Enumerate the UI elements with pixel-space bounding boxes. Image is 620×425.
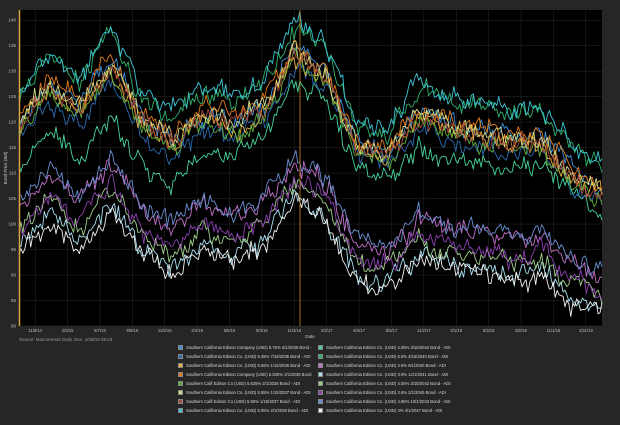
legend-swatch: [178, 344, 183, 350]
legend-label: Southern California Edison Co. (USD) 4% …: [326, 407, 443, 413]
legend-label: Southern California Edison Co. (USD) 5.5…: [186, 389, 311, 395]
y-tick-label: 100: [8, 222, 16, 227]
legend-swatch: [318, 371, 323, 377]
legend-label: Southern California Edison Company (USD)…: [186, 344, 312, 350]
x-tick-label: 5/3/18: [483, 328, 495, 333]
legend-item[interactable]: Southern California Edison Co. (USD) 4.6…: [318, 397, 468, 405]
legend-label: Southern California Edison Company (USD)…: [186, 371, 312, 377]
x-tick-label: 5/5/16: [224, 328, 236, 333]
x-tick-label: 8/2/18: [515, 328, 527, 333]
legend-item[interactable]: Southern California Edison Company (USD)…: [178, 343, 312, 351]
legend-swatch: [178, 407, 183, 413]
legend-item[interactable]: Southern California Edison Company (USD)…: [178, 370, 312, 378]
legend-label: Southern California Edison Co. (USD) 4.5…: [326, 362, 446, 368]
legend-swatch: [318, 362, 323, 368]
y-tick-label: 120: [8, 120, 16, 125]
legend-swatch: [318, 353, 323, 359]
legend-label: Southern Calif Edison Co (USD) 5.55% 1/1…: [186, 398, 301, 404]
legend-item[interactable]: Southern Calif Edison Co (USD) 5.625% 2/…: [178, 379, 312, 387]
x-tick-label: 11/6/14: [28, 328, 42, 333]
legend-label: Southern California Edison Co. (USD) 4.0…: [326, 344, 451, 350]
y-tick-label: 140: [8, 18, 16, 23]
legend-item[interactable]: Southern California Edison Co. (USD) 4% …: [318, 406, 468, 414]
x-tick-label: 2/1/18: [450, 328, 462, 333]
legend-label: Southern California Edison Co. (USD) 5.3…: [186, 353, 311, 359]
x-tick-label: 11/2/17: [417, 328, 431, 333]
legend-label: Southern California Edison Co. (USD) 4.6…: [326, 398, 451, 404]
y-tick-label: 125: [8, 94, 16, 99]
y-tick-label: 95: [11, 247, 17, 252]
legend-label: Southern Calif Edison Co (USD) 5.625% 2/…: [186, 380, 301, 386]
x-tick-label: 11/3/16: [287, 328, 301, 333]
legend-swatch: [178, 398, 183, 404]
legend-item[interactable]: Southern California Edison Co. (USD) 5.5…: [178, 361, 312, 369]
y-tick-label: 115: [9, 145, 17, 150]
x-tick-label: 11/5/15: [158, 328, 172, 333]
legend-item[interactable]: Southern California Edison Co. (USD) 4.5…: [318, 361, 468, 369]
legend-swatch: [178, 353, 183, 359]
y-tick-label: 130: [8, 69, 16, 74]
x-axis-label: Date: [305, 334, 315, 339]
y-tick-label: 105: [8, 196, 16, 201]
y-tick-label: 80: [11, 324, 17, 329]
legend-swatch: [178, 371, 183, 377]
legend-label: Southern California Edison Co. (USD) 5.5…: [326, 353, 449, 359]
legend-swatch: [178, 389, 183, 395]
legend-swatch: [318, 407, 323, 413]
legend-label: Southern California Edison Co. (USD) 3.9…: [326, 371, 449, 377]
legend: Southern California Edison Company (USD)…: [178, 343, 478, 414]
x-tick-label: 2/4/16: [191, 328, 203, 333]
x-tick-label: 5/4/17: [353, 328, 365, 333]
legend-swatch: [178, 362, 183, 368]
legend-item[interactable]: Southern California Edison Co. (USD) 5.5…: [318, 352, 468, 360]
legend-item[interactable]: Southern California Edison Co. (USD) 3.6…: [318, 388, 468, 396]
x-tick-label: 1/31/19: [579, 328, 594, 333]
legend-label: Southern California Edison Co. (USD) 3.6…: [326, 389, 446, 395]
legend-label: Southern California Edison Co. (USD) 5.5…: [186, 362, 311, 368]
legend-swatch: [318, 389, 323, 395]
y-tick-label: 110: [9, 171, 17, 176]
legend-label: Southern California Edison Co. (USD) 5.9…: [186, 407, 309, 413]
x-tick-label: 8/6/15: [127, 328, 139, 333]
x-tick-label: 2/2/17: [321, 328, 333, 333]
legend-swatch: [318, 380, 323, 386]
legend-item[interactable]: Southern California Edison Co. (USD) 3.9…: [318, 370, 468, 378]
source-note: Source: Macrotrends Daily. Dec. 4/28/19 …: [19, 337, 113, 342]
legend-swatch: [178, 380, 183, 386]
y-axis-label: Bond Price (Bid): [3, 151, 8, 184]
x-tick-label: 5/7/15: [94, 328, 106, 333]
y-tick-label: 135: [8, 43, 16, 48]
legend-swatch: [318, 344, 323, 350]
legend-item[interactable]: Southern California Edison Co. (USD) 5.9…: [178, 406, 312, 414]
x-tick-label: 2/3/15: [62, 328, 74, 333]
legend-item[interactable]: Southern California Edison Co. (USD) 4.0…: [318, 343, 468, 351]
legend-item[interactable]: Southern California Edison Co. (USD) 4.0…: [318, 379, 468, 387]
y-tick-label: 90: [11, 273, 17, 278]
x-tick-label: 8/3/17: [386, 328, 398, 333]
x-tick-label: 11/1/18: [547, 328, 561, 333]
x-tick-label: 8/4/16: [256, 328, 268, 333]
legend-item[interactable]: Southern California Edison Co. (USD) 5.5…: [178, 388, 312, 396]
legend-label: Southern California Edison Co. (USD) 4.0…: [326, 380, 451, 386]
y-tick-label: 85: [11, 298, 17, 303]
legend-item[interactable]: Southern California Edison Co. (USD) 5.3…: [178, 352, 312, 360]
legend-item[interactable]: Southern Calif Edison Co (USD) 5.55% 1/1…: [178, 397, 312, 405]
legend-swatch: [318, 398, 323, 404]
